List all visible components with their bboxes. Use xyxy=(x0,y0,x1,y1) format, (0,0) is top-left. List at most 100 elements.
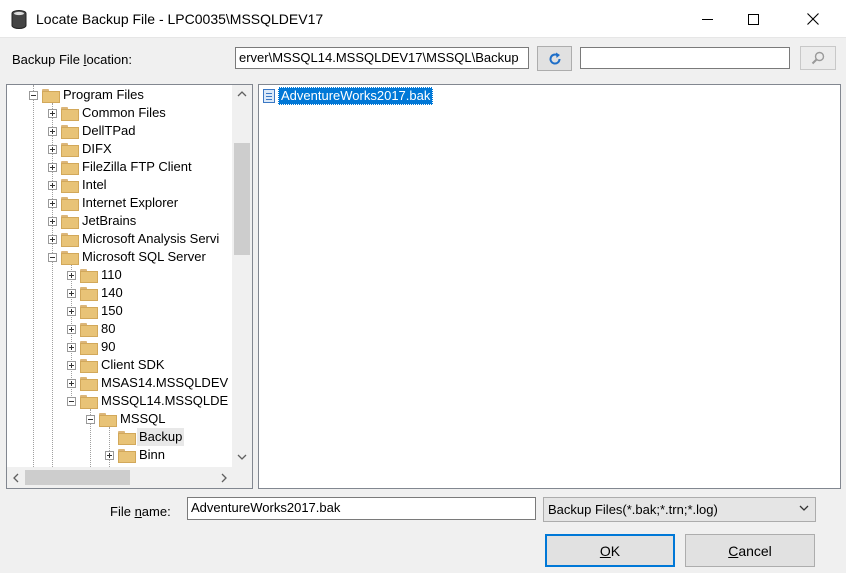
folder-tree-rows: Program Files Common Files DellTPad DIFX Fil… xyxy=(7,85,232,467)
tree-item[interactable]: 140 xyxy=(67,284,125,302)
tree-item[interactable]: MSAS14.MSSQLDEV xyxy=(67,374,230,392)
tree-item[interactable]: Internet Explorer xyxy=(48,194,180,212)
collapse-icon[interactable] xyxy=(29,90,38,100)
file-list-item[interactable]: AdventureWorks2017.bak xyxy=(263,86,434,105)
tree-item-label: Program Files xyxy=(63,87,144,102)
ok-button[interactable]: OK xyxy=(545,534,675,567)
collapse-icon[interactable] xyxy=(86,414,95,424)
chevron-left-icon xyxy=(12,473,18,482)
expand-icon[interactable] xyxy=(48,216,57,226)
folder-icon xyxy=(61,143,79,157)
folder-icon xyxy=(80,341,98,355)
expand-icon[interactable] xyxy=(67,288,76,298)
close-button[interactable] xyxy=(790,0,836,38)
collapse-icon[interactable] xyxy=(48,252,57,262)
tree-item-label: 110 xyxy=(101,267,122,282)
cancel-button[interactable]: Cancel xyxy=(685,534,815,567)
tree-item[interactable]: Common Files xyxy=(48,104,168,122)
search-input[interactable] xyxy=(580,47,790,69)
tree-item[interactable]: Microsoft SQL Server xyxy=(48,248,208,266)
folder-icon xyxy=(118,431,136,445)
search-button[interactable] xyxy=(800,46,836,70)
tree-vertical-scrollbar[interactable] xyxy=(232,85,252,467)
file-name-value: AdventureWorks2017.bak xyxy=(191,500,341,515)
file-name-label: File name: xyxy=(110,504,171,519)
minimize-button[interactable] xyxy=(684,0,730,38)
backup-location-field[interactable]: erver\MSSQL14.MSSQLDEV17\MSSQL\Backup xyxy=(235,47,529,69)
title-bar: Locate Backup File - LPC0035\MSSQLDEV17 xyxy=(0,0,846,38)
expand-icon[interactable] xyxy=(48,234,57,244)
folder-icon xyxy=(61,197,79,211)
tree-item[interactable]: Backup xyxy=(105,428,185,446)
folder-icon xyxy=(80,287,98,301)
folder-icon xyxy=(61,161,79,175)
folder-icon xyxy=(61,251,79,265)
tree-item[interactable]: 80 xyxy=(67,320,117,338)
tree-item[interactable]: Binn xyxy=(105,446,167,464)
tree-item-label: DellTPad xyxy=(82,123,136,138)
tree-item[interactable]: 90 xyxy=(67,338,117,356)
tree-item-label: Intel xyxy=(82,177,107,192)
expand-icon[interactable] xyxy=(67,306,76,316)
tree-vertical-scroll-thumb[interactable] xyxy=(234,143,250,255)
expand-icon[interactable] xyxy=(67,342,76,352)
tree-item[interactable]: MSSQL xyxy=(86,410,168,428)
tree-item[interactable]: DellTPad xyxy=(48,122,137,140)
tree-horizontal-scroll-thumb[interactable] xyxy=(25,470,130,485)
expand-icon[interactable] xyxy=(48,198,57,208)
tree-horizontal-scrollbar[interactable] xyxy=(7,467,232,488)
folder-tree[interactable]: Program Files Common Files DellTPad DIFX Fil… xyxy=(6,84,253,489)
folder-icon xyxy=(61,107,79,121)
refresh-button[interactable] xyxy=(537,46,572,71)
tree-item-label: Internet Explorer xyxy=(82,195,179,210)
expand-icon[interactable] xyxy=(48,180,57,190)
collapse-icon[interactable] xyxy=(67,396,76,406)
file-type-select[interactable]: Backup Files(*.bak;*.trn;*.log) xyxy=(543,497,816,522)
tree-item-label: 140 xyxy=(101,285,123,300)
tree-item[interactable]: 150 xyxy=(67,302,125,320)
scroll-down-button[interactable] xyxy=(232,448,252,465)
tree-item[interactable]: MSSQL14.MSSQLDE xyxy=(67,392,230,410)
search-icon xyxy=(811,51,825,65)
tree-item-label: 150 xyxy=(101,303,123,318)
ok-label-rest: K xyxy=(610,542,621,559)
expand-icon[interactable] xyxy=(48,144,57,154)
expand-icon[interactable] xyxy=(67,324,76,334)
expand-icon[interactable] xyxy=(67,378,76,388)
tree-item[interactable]: DIFX xyxy=(48,140,114,158)
tree-item[interactable]: FileZilla FTP Client xyxy=(48,158,194,176)
tree-item-label: DIFX xyxy=(82,141,112,156)
tree-item[interactable]: Client SDK xyxy=(67,356,167,374)
expand-icon[interactable] xyxy=(67,270,76,280)
folder-icon xyxy=(61,125,79,139)
refresh-icon xyxy=(549,52,561,65)
tree-item-label: Microsoft Analysis Servi xyxy=(82,231,220,246)
folder-icon xyxy=(42,89,60,103)
expand-icon[interactable] xyxy=(67,360,76,370)
scroll-left-button[interactable] xyxy=(7,467,24,488)
expand-icon[interactable] xyxy=(48,108,57,118)
label-text-post: ame: xyxy=(141,504,171,519)
tree-item[interactable]: JetBrains xyxy=(48,212,138,230)
file-name-field[interactable]: AdventureWorks2017.bak xyxy=(187,497,536,520)
tree-item[interactable]: Program Files xyxy=(29,86,146,104)
maximize-button[interactable] xyxy=(730,0,776,38)
tree-item-label: Backup xyxy=(137,428,185,446)
tree-item[interactable]: 110 xyxy=(67,266,124,284)
label-text-pre: File xyxy=(110,504,135,519)
folder-icon xyxy=(80,395,98,409)
ok-accelerator: O xyxy=(599,542,611,559)
file-list[interactable]: AdventureWorks2017.bak xyxy=(258,84,841,489)
label-accelerator: n xyxy=(134,504,142,519)
tree-item[interactable]: Intel xyxy=(48,176,109,194)
expand-icon[interactable] xyxy=(48,162,57,172)
tree-item[interactable]: Microsoft Analysis Servi xyxy=(48,230,221,248)
tree-item-label: JetBrains xyxy=(82,213,137,228)
tree-connector-line xyxy=(33,85,34,467)
scroll-right-button[interactable] xyxy=(215,467,232,488)
expand-icon[interactable] xyxy=(48,126,57,136)
scroll-up-button[interactable] xyxy=(232,85,252,102)
tree-item-label: Common Files xyxy=(82,105,166,120)
expand-icon[interactable] xyxy=(105,450,114,460)
